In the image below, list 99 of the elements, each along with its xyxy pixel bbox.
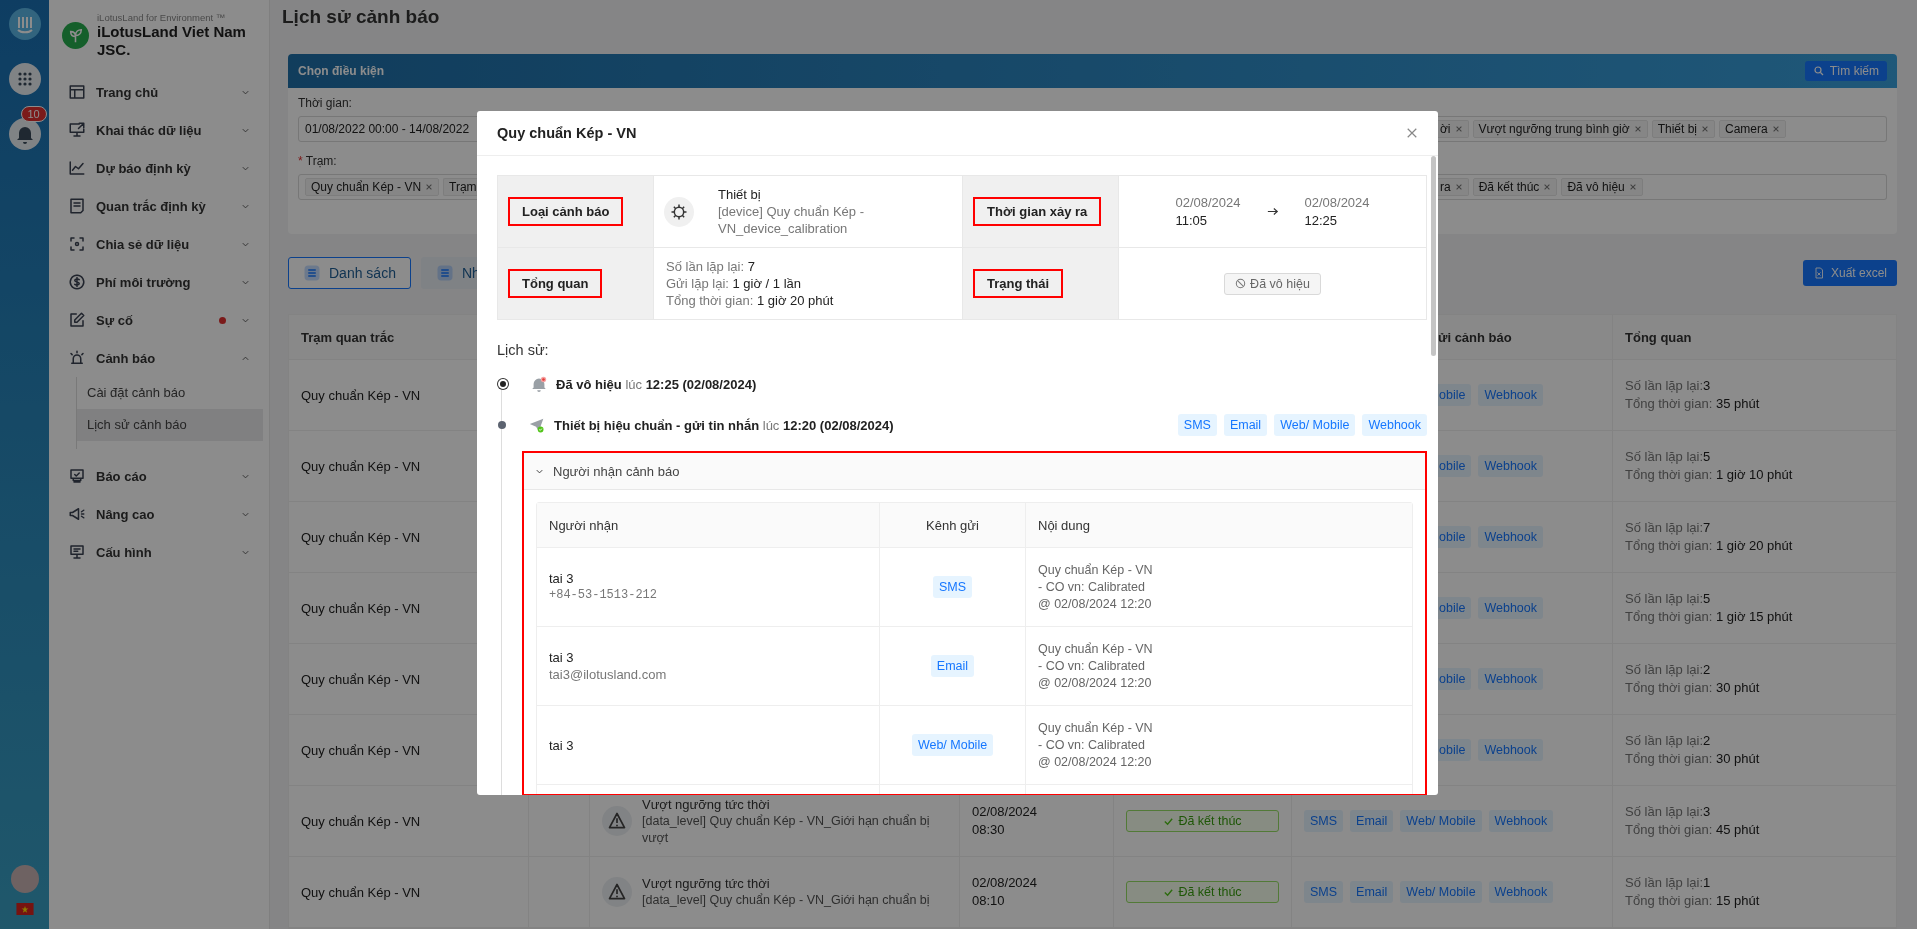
field-label: Tổng quan: [508, 269, 603, 298]
field-label: Loại cảnh báo: [508, 197, 624, 226]
channel-tag: SMS: [1304, 881, 1344, 903]
end-date: 02/08/2024: [1304, 193, 1370, 212]
column-header: Kênh gửi: [880, 503, 1026, 547]
channel-tag: Webhook: [1362, 414, 1427, 436]
recipient-contact: tai3@ilotusland.com: [549, 666, 667, 683]
repeat-count: Số lần lặp lại:3: [1625, 803, 1712, 821]
status-tag: Đã kết thúc: [1126, 881, 1279, 903]
page-title: Lịch sử cảnh báo: [282, 6, 440, 28]
overview-line: Tổng thời gian: 1 giờ 20 phút: [666, 292, 834, 309]
dialog-title: Quy chuẩn Kép - VN: [497, 125, 637, 141]
total-duration: Tổng thời gian: 15 phút: [1625, 892, 1761, 910]
company-name: iLotusLand Viet Nam JSC.: [97, 23, 247, 59]
channel-tag: Webhook: [1478, 739, 1543, 761]
message-content: Quy chuẩn Kép - VN - CO vn: Calibrated @ 02/08/2024 12:20: [1038, 561, 1153, 613]
filter-tag: Thiết bị: [1651, 120, 1715, 138]
channel-tag: Email: [1350, 881, 1394, 903]
alert-time: 08:30: [972, 821, 1006, 839]
filter-tag: Camera: [1719, 120, 1786, 138]
channel-tag: Email: [1350, 810, 1394, 832]
start-time: 11:05: [1175, 211, 1208, 230]
alert-type-name: Thiết bị: [718, 186, 762, 203]
repeat-count: Số lần lặp lại:2: [1625, 732, 1712, 750]
overview-line: Số lần lặp lại: 7: [666, 258, 755, 275]
channel-tag: Webhook: [1488, 810, 1554, 832]
channel-tag: Webhook: [1478, 668, 1543, 690]
alert-type-detail: [device] Quy chuẩn Kép - VN_device_calibration: [718, 203, 865, 237]
filter-title: Chọn điều kiện: [298, 64, 384, 78]
channel-tag: obile: [1438, 668, 1472, 690]
channel-tag: SMS: [932, 576, 973, 598]
message-content: Quy chuẩn Kép - VN - CO vn: Calibrated @ 02/08/2024 12:20: [1038, 640, 1153, 692]
total-duration: Tổng thời gian: 30 phút: [1625, 750, 1761, 768]
history-event: Thiết bị hiệu chuẩn - gửi tin nhắn lúc 12:20 (02/08/2024): [554, 417, 895, 433]
filter-tag: Quy chuẩn Kép - VN: [305, 178, 440, 196]
recipient-contact: +84-53-1513-212: [549, 587, 658, 604]
repeat-count: Số lần lặp lại:1: [1625, 874, 1712, 892]
repeat-count: Số lần lặp lại:3: [1625, 377, 1712, 395]
alert-title: Vượt ngưỡng tức thời: [642, 875, 771, 892]
channel-tag: Webhook: [1478, 384, 1543, 406]
status-tag: Đã kết thúc: [1126, 810, 1279, 832]
total-duration: Tổng thời gian: 1 giờ 10 phút: [1625, 466, 1794, 484]
filter-tag: Đã vô hiệu: [1561, 178, 1643, 196]
channel-tag: Web/ Mobile: [1400, 881, 1482, 903]
total-duration: Tổng thời gian: 35 phút: [1625, 395, 1761, 413]
channel-tag: Webhook: [1478, 455, 1543, 477]
filter-tag: ra: [1438, 178, 1469, 196]
channel-tag: Webhook: [1488, 881, 1554, 903]
filter-tag: ời: [1438, 120, 1469, 138]
panel-title: Người nhận cảnh báo: [553, 463, 680, 479]
filter-tag: Vượt ngưỡng trung bình giờ: [1472, 120, 1648, 138]
channel-tag: SMS: [1177, 414, 1217, 436]
notification-count-badge: 10: [20, 106, 47, 122]
channel-tag: obile: [1438, 455, 1472, 477]
total-duration: Tổng thời gian: 45 phút: [1625, 821, 1761, 839]
total-duration: Tổng thời gian: 1 giờ 15 phút: [1625, 608, 1794, 626]
channel-tag: SMS: [1304, 810, 1344, 832]
channel-tag: obile: [1438, 526, 1472, 548]
recipient-name: tai 3: [549, 649, 574, 666]
start-date: 02/08/2024: [1175, 193, 1241, 212]
station-cell: Quy chuẩn Kép - VN: [289, 857, 529, 927]
recipient-name: tai 3: [549, 570, 574, 587]
channel-tag: Web/ Mobile: [1274, 414, 1356, 436]
alert-detail: [data_level] Quy chuẩn Kép - VN_Giới hạn chuẩn bị vượt: [642, 812, 931, 847]
alert-date: 02/08/2024: [972, 874, 1039, 892]
channel-tag: Email: [1223, 414, 1268, 436]
recipient-name: tai 3: [549, 736, 574, 754]
channel-tag: Webhook: [1478, 597, 1543, 619]
field-label: Thời gian xảy ra: [973, 197, 1102, 226]
end-time: 12:25: [1304, 211, 1339, 230]
history-event: Đã vô hiệu lúc 12:25 (02/08/2024): [556, 376, 758, 392]
repeat-count: Số lần lặp lại:5: [1625, 590, 1712, 608]
filter-tag: Đã kết thúc: [1472, 178, 1558, 196]
alert-time: 08:10: [972, 892, 1006, 910]
total-duration: Tổng thời gian: 30 phút: [1625, 679, 1761, 697]
repeat-count: Số lần lặp lại:7: [1625, 519, 1712, 537]
channel-tag: Email: [930, 655, 975, 677]
column-header: Nội dung: [1037, 516, 1092, 535]
channel-tag: obile: [1438, 739, 1472, 761]
channel-tag: Web/ Mobile: [1400, 810, 1482, 832]
overview-line: Gửi lặp lại: 1 giờ / 1 lần: [666, 275, 802, 292]
alert-detail: [data_level] Quy chuẩn Kép - VN_Giới hạn chuẩn bị: [642, 892, 930, 909]
status-tag: Đã vô hiệu: [1224, 272, 1321, 295]
alert-title: Vượt ngưỡng tức thời: [642, 795, 771, 813]
repeat-count: Số lần lặp lại:5: [1625, 448, 1712, 466]
column-header: Tổng quan: [1624, 328, 1693, 347]
channel-tag: obile: [1438, 384, 1472, 406]
repeat-count: Số lần lặp lại:2: [1625, 661, 1712, 679]
field-label: Trạng thái: [973, 269, 1064, 298]
channel-tag: Webhook: [1478, 526, 1543, 548]
column-header: Người nhận: [537, 503, 880, 547]
time-label: Thời gian:: [298, 96, 353, 112]
total-duration: Tổng thời gian: 1 giờ 20 phút: [1625, 537, 1794, 555]
station-label: * Trạm:: [298, 154, 338, 170]
alert-date: 02/08/2024: [972, 803, 1039, 821]
channel-tag: Web/ Mobile: [911, 734, 994, 756]
channel-tag: obile: [1438, 597, 1472, 619]
message-content: Quy chuẩn Kép - VN - CO vn: Calibrated @ 02/08/2024 12:20: [1038, 719, 1153, 771]
brand-tagline: iLotusLand for Environment ™: [97, 12, 227, 23]
